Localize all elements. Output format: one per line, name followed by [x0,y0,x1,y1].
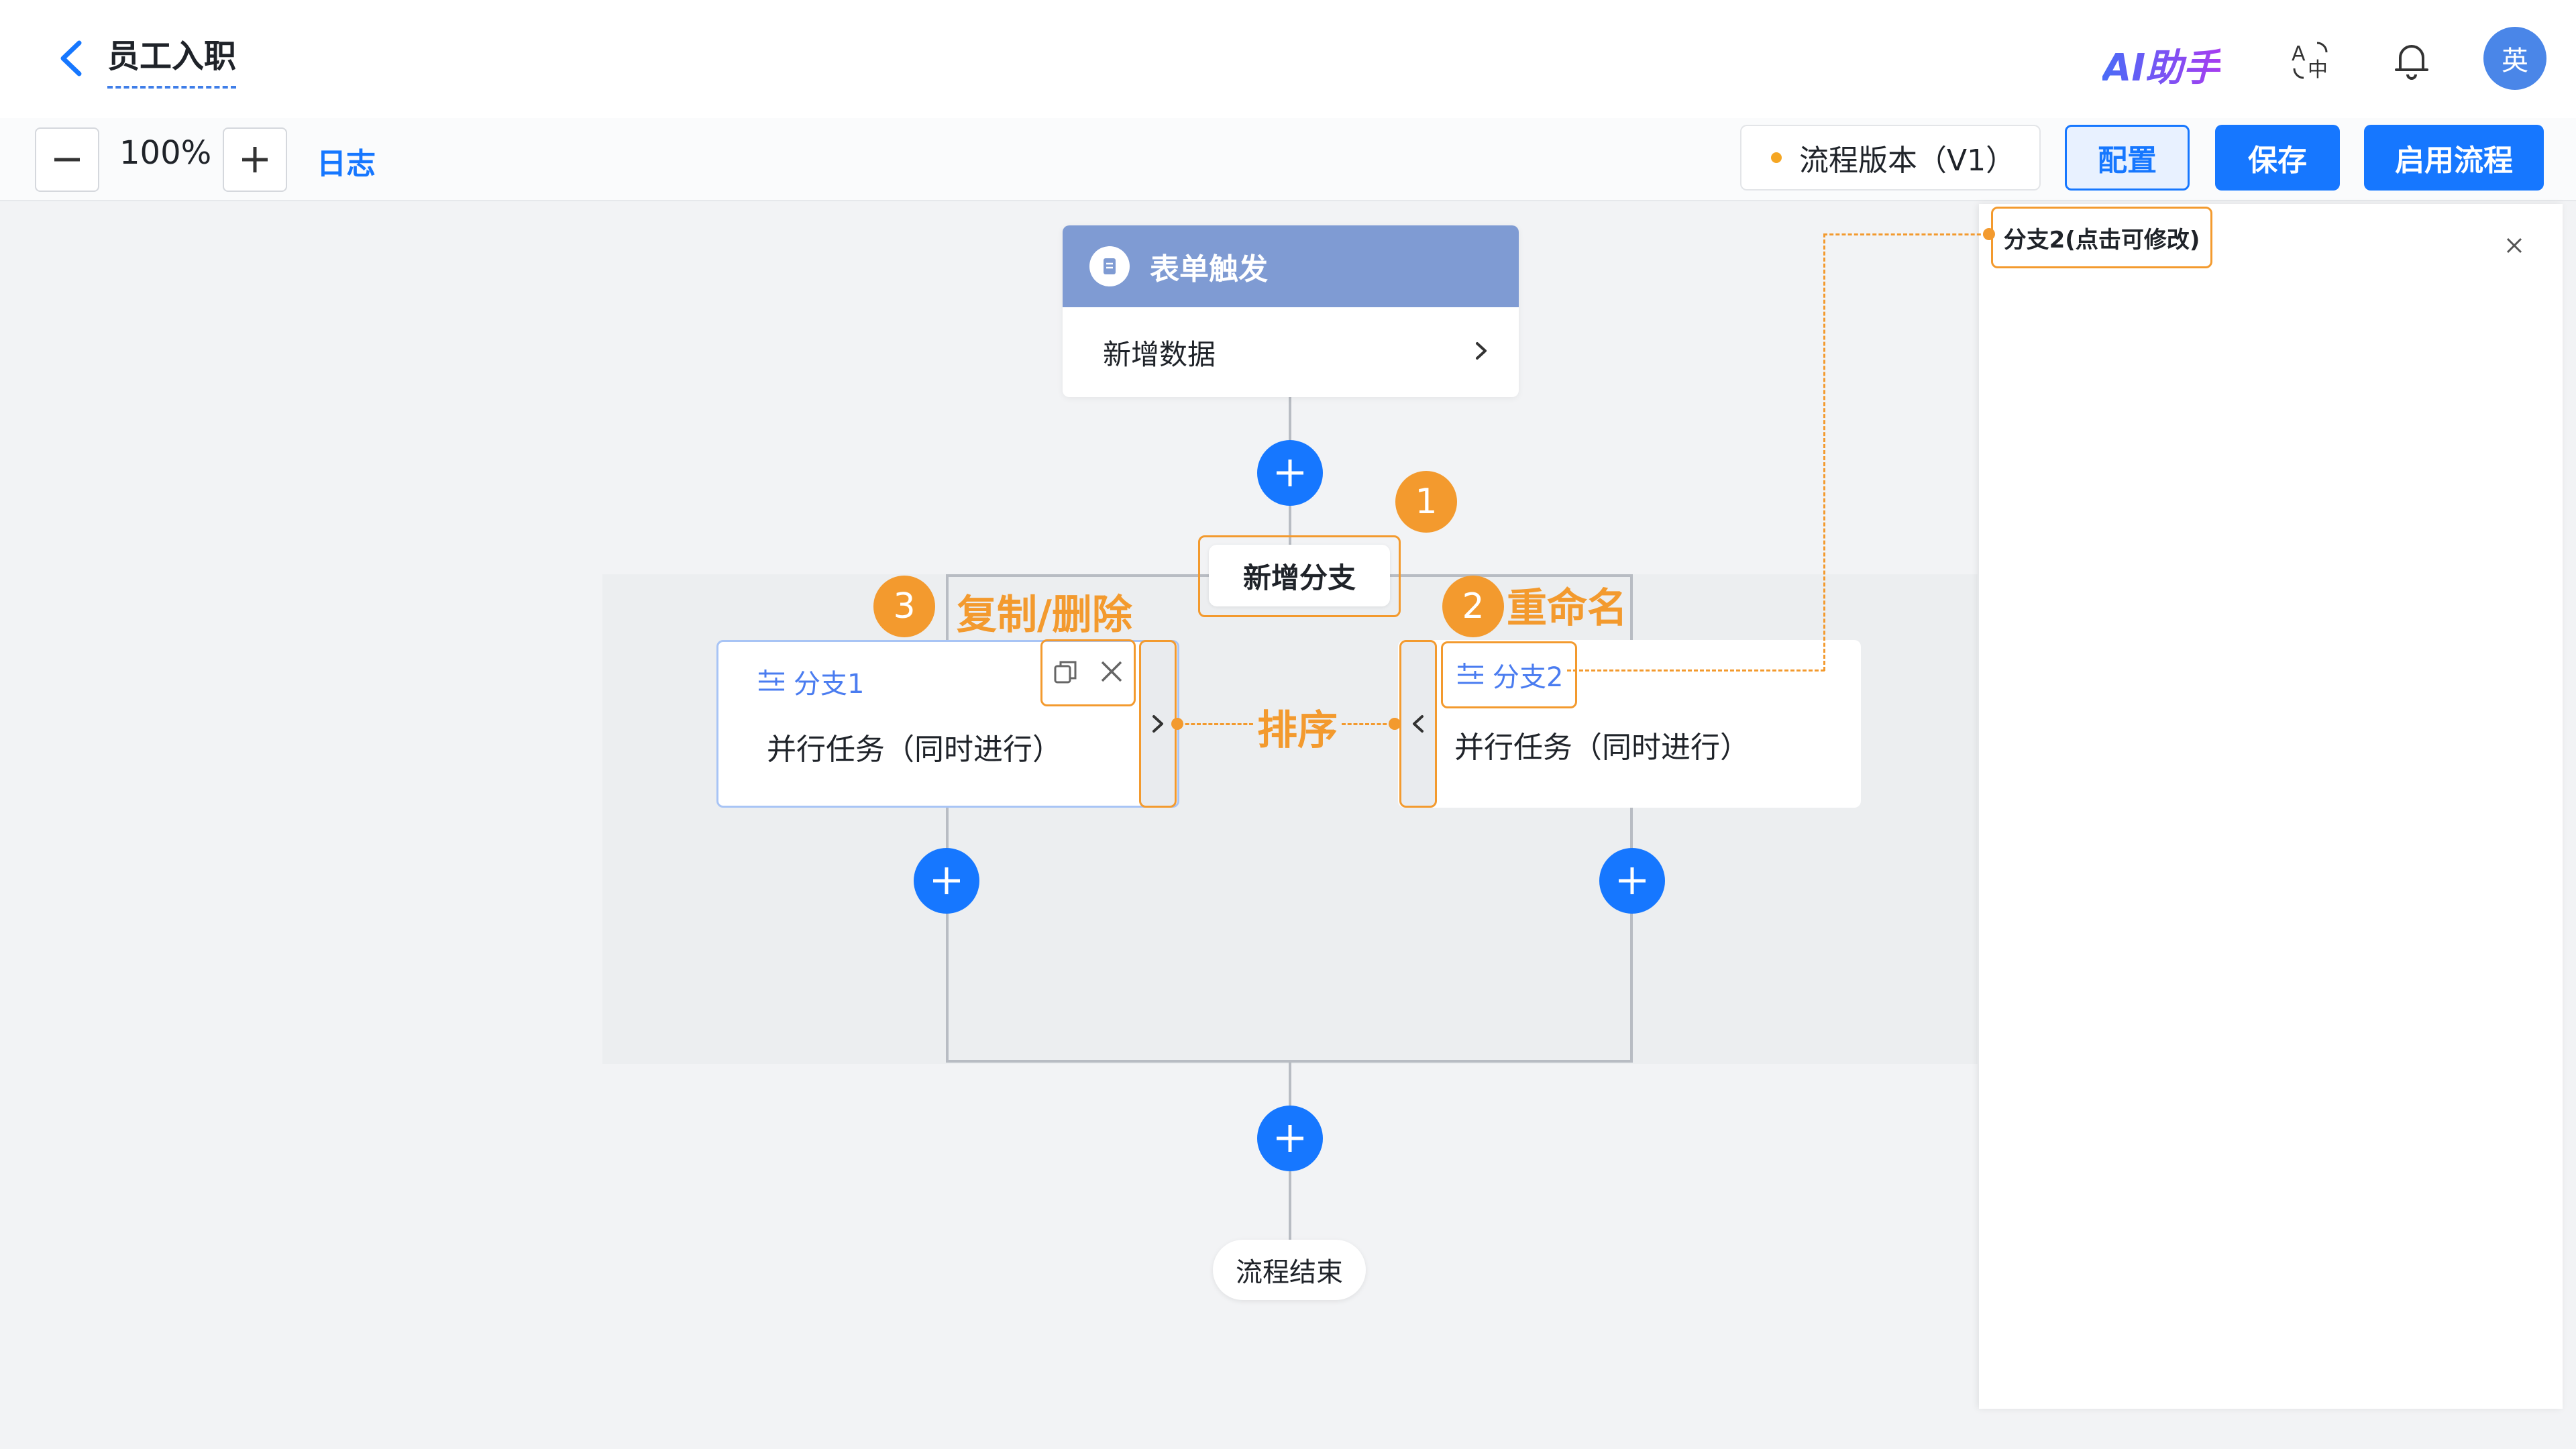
add-node-button-branch2[interactable] [1599,848,1665,914]
close-icon[interactable] [2500,231,2529,260]
trigger-title: 表单触发 [1150,252,1268,286]
branch-actions [1040,639,1136,706]
plus-icon [1619,867,1646,894]
branch-icon [1458,663,1483,684]
branch-title-1[interactable]: 分支1 [756,662,864,701]
add-node-button[interactable] [1257,440,1323,506]
ai-assistant-button[interactable]: AI助手 [2102,38,2220,92]
chevron-right-icon [1469,336,1492,369]
zoom-level: 100% [119,134,212,172]
form-icon [1089,246,1130,286]
bell-icon[interactable] [2388,36,2435,83]
save-button[interactable]: 保存 [2215,125,2340,191]
zoom-in-button[interactable] [223,127,287,192]
branch-card-2[interactable]: 分支2 并行任务（同时进行） [1398,640,1861,808]
annotation-line [1567,669,1825,672]
annotation-badge-1: 1 [1395,471,1457,533]
sort-left-handle[interactable] [1399,640,1437,808]
trigger-header: 表单触发 [1063,225,1519,307]
branch-description-2: 并行任务（同时进行） [1454,731,1750,765]
branch-description-1: 并行任务（同时进行） [767,733,1062,767]
page-title[interactable]: 员工入职 [107,30,237,89]
enable-flow-button[interactable]: 启用流程 [2364,125,2544,191]
branch-settings-panel: 分支2(点击可修改) [1979,204,2563,1409]
chevron-left-icon [1413,715,1424,733]
translate-icon[interactable]: A 中 [2288,36,2334,83]
config-button[interactable]: 配置 [2065,125,2190,191]
trigger-action-label: 新增数据 [1103,337,1216,371]
branch-card-1[interactable]: 分支1 并行任务（同时进行） [716,639,1179,808]
log-link[interactable]: 日志 [317,140,376,182]
svg-text:A: A [2292,42,2306,66]
annotation-badge-2: 2 [1442,576,1504,637]
version-label: 流程版本（V1） [1799,144,2016,178]
delete-icon[interactable] [1098,658,1125,688]
annotation-line [1179,723,1253,725]
copy-icon[interactable] [1051,657,1081,689]
toolbar: 100% 日志 [0,118,2576,201]
annotation-dot [1389,718,1401,730]
plus-icon [933,867,960,894]
add-node-button-after-branches[interactable] [1257,1106,1323,1171]
annotation-line [1823,233,1987,235]
annotation-line [1342,723,1393,725]
version-status-dot [1771,152,1782,163]
svg-text:中: 中 [2308,58,2328,82]
trigger-action-row[interactable]: 新增数据 [1063,307,1519,397]
branch-title-2[interactable]: 分支2 [1441,641,1578,708]
add-node-button-branch1[interactable] [914,848,979,914]
version-selector[interactable]: 流程版本（V1） [1740,125,2041,191]
annotation-dot [1983,228,1995,240]
plus-icon [1277,460,1303,486]
back-arrow-icon[interactable] [48,35,95,82]
top-header: 员工入职 AI助手 A 中 英 [0,0,2576,118]
branch-name-input[interactable]: 分支2(点击可修改) [1991,207,2212,268]
trigger-node[interactable]: 表单触发 新增数据 [1063,225,1519,397]
user-avatar[interactable]: 英 [2483,27,2546,90]
chevron-right-icon [1152,715,1163,733]
zoom-out-button[interactable] [35,127,99,192]
branch-name-1: 分支1 [794,669,865,700]
annotation-line [1823,233,1825,671]
annotation-sort: 排序 [1257,707,1338,754]
plus-icon [1277,1125,1303,1152]
flow-end-node: 流程结束 [1213,1240,1366,1300]
branch-icon [759,669,784,691]
annotation-copy-delete: 复制/删除 [957,592,1132,639]
annotation-rename: 重命名 [1507,585,1627,632]
branch-name-2: 分支2 [1493,662,1564,693]
annotation-badge-3: 3 [873,576,935,637]
add-branch-button[interactable]: 新增分支 [1209,545,1390,606]
